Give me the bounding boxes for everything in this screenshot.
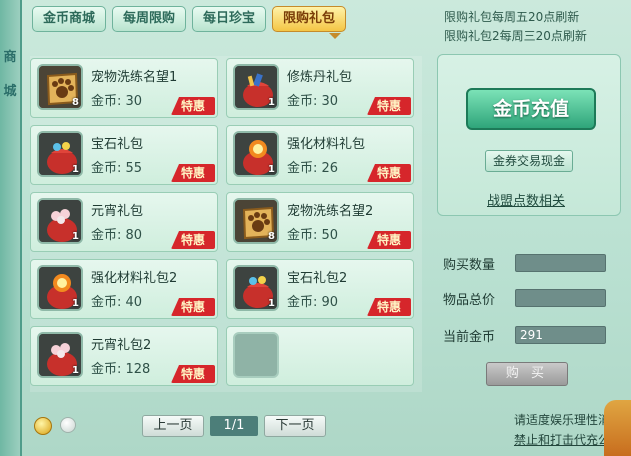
item-qty: 1 bbox=[72, 298, 79, 309]
tab-weekly-limit[interactable]: 每周限购 bbox=[112, 6, 187, 32]
item-price: 金币: 50 bbox=[287, 228, 339, 243]
gift-bag-icon: 1 bbox=[233, 131, 279, 177]
item-price: 金币: 40 bbox=[91, 295, 143, 310]
gift-bag-icon: 1 bbox=[37, 131, 83, 177]
item-cell[interactable]: 1 强化材料礼包 金币: 26 特惠 bbox=[226, 125, 414, 185]
item-name: 宠物洗练名望1 bbox=[91, 70, 178, 85]
bottom-icons bbox=[34, 417, 76, 435]
coin-icon[interactable] bbox=[34, 417, 52, 435]
item-name: 强化材料礼包2 bbox=[91, 271, 178, 286]
item-price: 金币: 30 bbox=[287, 94, 339, 109]
item-name: 强化材料礼包 bbox=[287, 137, 366, 152]
discount-badge: 特惠 bbox=[171, 164, 215, 182]
item-price: 金币: 55 bbox=[91, 161, 143, 176]
tab-limited-packs[interactable]: 限购礼包 bbox=[272, 6, 347, 32]
item-cell[interactable]: 1 修炼丹礼包 金币: 30 特惠 bbox=[226, 58, 414, 118]
gift-bag-icon: 1 bbox=[37, 265, 83, 311]
total-field bbox=[515, 289, 606, 307]
gift-bag-icon: 1 bbox=[233, 64, 279, 110]
notice-line-1: 限购礼包每周五20点刷新 bbox=[444, 10, 580, 24]
tab-bar: 金币商城 每周限购 每日珍宝 限购礼包 bbox=[32, 6, 347, 32]
circle-icon[interactable] bbox=[60, 417, 76, 433]
item-name: 宠物洗练名望2 bbox=[287, 204, 374, 219]
responsible-play-note: 请适度娱乐理性消费 bbox=[513, 413, 622, 427]
discount-badge: 特惠 bbox=[171, 231, 215, 249]
discount-badge: 特惠 bbox=[171, 298, 215, 316]
item-qty: 1 bbox=[72, 365, 79, 376]
paw-scroll-icon: 8 bbox=[37, 64, 83, 110]
discount-badge: 特惠 bbox=[367, 97, 411, 115]
item-cell[interactable]: 8 宠物洗练名望1 金币: 30 特惠 bbox=[30, 58, 218, 118]
coins-label: 当前金币 bbox=[443, 330, 496, 345]
item-name: 修炼丹礼包 bbox=[287, 70, 353, 85]
gift-bag-icon: 1 bbox=[233, 265, 279, 311]
notice-line-2: 限购礼包2每周三20点刷新 bbox=[444, 29, 587, 43]
item-name: 元宵礼包2 bbox=[91, 338, 152, 353]
corner-decoration bbox=[604, 400, 631, 456]
item-cell[interactable]: 1 元宵礼包2 金币: 128 特惠 bbox=[30, 326, 218, 386]
discount-badge: 特惠 bbox=[367, 164, 411, 182]
discount-badge: 特惠 bbox=[171, 97, 215, 115]
item-cell[interactable]: 1 元宵礼包 金币: 80 特惠 bbox=[30, 192, 218, 252]
next-page-button[interactable]: 下一页 bbox=[264, 415, 326, 437]
item-price: 金币: 128 bbox=[91, 362, 151, 377]
recharge-button[interactable]: 金币充值 bbox=[466, 88, 596, 130]
item-name: 宝石礼包 bbox=[91, 137, 144, 152]
item-qty: 8 bbox=[72, 97, 79, 108]
item-qty: 1 bbox=[268, 164, 275, 175]
gift-bag-icon: 1 bbox=[37, 332, 83, 378]
item-cell[interactable]: 1 宝石礼包 金币: 55 特惠 bbox=[30, 125, 218, 185]
tab-daily-treasure[interactable]: 每日珍宝 bbox=[192, 6, 267, 32]
alliance-points-link[interactable]: 战盟点数相关 bbox=[487, 190, 565, 209]
buy-button[interactable]: 购 买 bbox=[486, 362, 568, 386]
tab-gold-shop[interactable]: 金币商城 bbox=[32, 6, 107, 32]
item-cell[interactable]: 1 强化材料礼包2 金币: 40 特惠 bbox=[30, 259, 218, 319]
item-qty: 1 bbox=[268, 298, 275, 309]
qty-field[interactable] bbox=[515, 254, 606, 272]
item-price: 金币: 90 bbox=[287, 295, 339, 310]
anti-proxy-notice-link[interactable]: 禁止和打击代充公告 bbox=[462, 430, 622, 450]
coupon-trade-button[interactable]: 金券交易现金 bbox=[485, 150, 573, 172]
item-qty: 1 bbox=[268, 97, 275, 108]
item-qty: 1 bbox=[72, 231, 79, 242]
coins-field: 291 bbox=[515, 326, 606, 344]
side-text-2: 城 bbox=[3, 84, 17, 99]
item-cell[interactable]: 1 宝石礼包2 金币: 90 特惠 bbox=[226, 259, 414, 319]
paw-scroll-icon: 8 bbox=[233, 198, 279, 244]
discount-badge: 特惠 bbox=[367, 298, 411, 316]
total-label: 物品总价 bbox=[443, 293, 496, 308]
qty-label: 购买数量 bbox=[443, 258, 496, 273]
page-indicator: 1/1 bbox=[210, 416, 258, 436]
discount-badge: 特惠 bbox=[367, 231, 411, 249]
item-price: 金币: 80 bbox=[91, 228, 143, 243]
footer-note: 请适度娱乐理性消费 禁止和打击代充公告 bbox=[462, 410, 622, 450]
empty-slot bbox=[233, 332, 279, 378]
refresh-notice: 限购礼包每周五20点刷新 限购礼包2每周三20点刷新 bbox=[444, 8, 624, 46]
item-cell[interactable]: 8 宠物洗练名望2 金币: 50 特惠 bbox=[226, 192, 414, 252]
item-qty: 1 bbox=[72, 164, 79, 175]
prev-page-button[interactable]: 上一页 bbox=[142, 415, 204, 437]
item-price: 金币: 30 bbox=[91, 94, 143, 109]
item-price: 金币: 26 bbox=[287, 161, 339, 176]
empty-item-cell bbox=[226, 326, 414, 386]
item-name: 元宵礼包 bbox=[91, 204, 144, 219]
discount-badge: 特惠 bbox=[171, 365, 215, 383]
pagination: 上一页 1/1 下一页 bbox=[142, 415, 326, 437]
item-name: 宝石礼包2 bbox=[287, 271, 348, 286]
gift-bag-icon: 1 bbox=[37, 198, 83, 244]
side-panel: 商 城 bbox=[0, 0, 22, 456]
item-qty: 8 bbox=[268, 231, 275, 242]
shop-window: 商 城 金币商城 每周限购 每日珍宝 限购礼包 限购礼包每周五20点刷新 限购礼… bbox=[0, 0, 631, 456]
side-text-1: 商 bbox=[3, 50, 17, 65]
